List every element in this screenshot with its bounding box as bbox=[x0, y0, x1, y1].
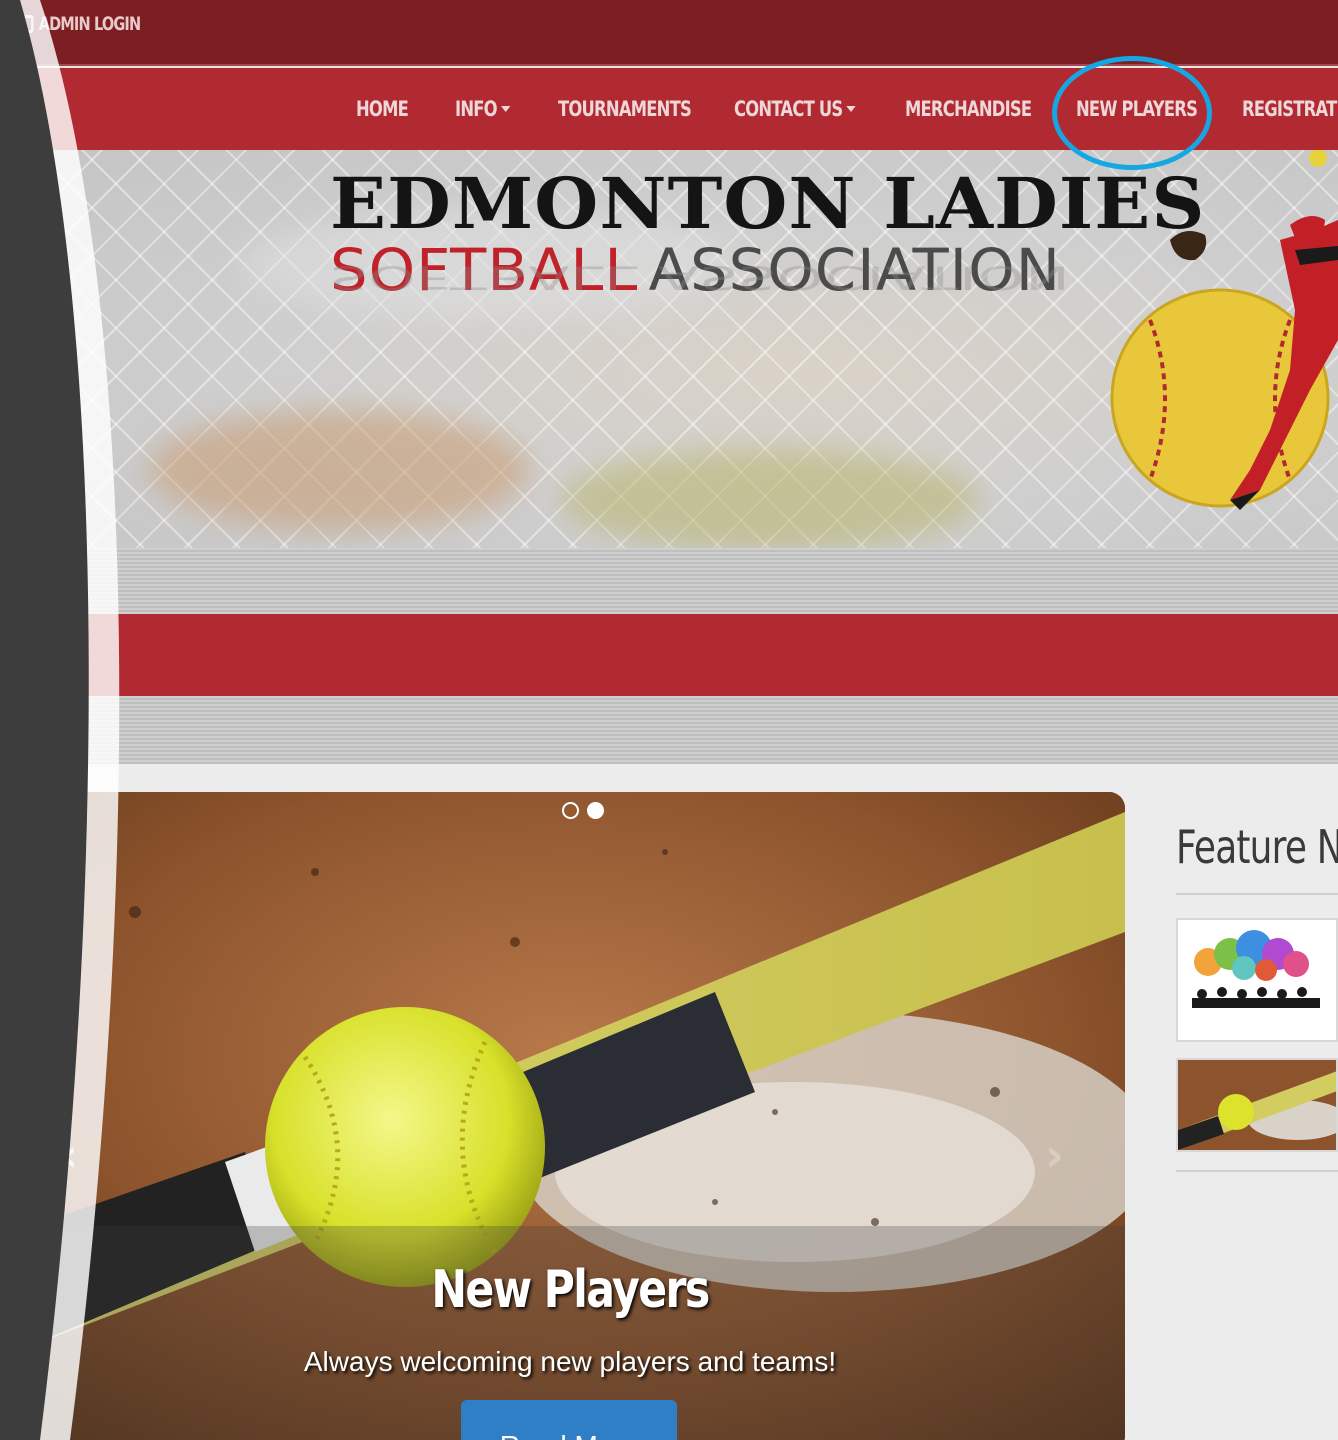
admin-login-link[interactable]: ADMIN LOGIN bbox=[14, 10, 141, 38]
pitcher-logo-icon bbox=[1110, 150, 1338, 510]
caret-down-icon bbox=[500, 106, 511, 112]
nav-item-info[interactable]: INFO bbox=[455, 94, 511, 124]
banner-blur-shape bbox=[150, 410, 530, 530]
reflection-softball: SOFTBALL bbox=[330, 258, 639, 296]
nav-item-label: MERCHANDISE bbox=[905, 97, 1032, 121]
nav-item-label: TOURNAMENTS bbox=[558, 97, 692, 121]
org-title-line-1: EDMONTON LADIES bbox=[330, 162, 1206, 245]
nav-highlight-circle bbox=[1052, 56, 1212, 170]
softball-bat-image bbox=[1178, 1060, 1336, 1150]
banner-blur-shape bbox=[560, 450, 980, 550]
reflection-association: ASSOCIATION bbox=[658, 258, 1071, 296]
nav-item-registration[interactable]: REGISTRATI bbox=[1242, 94, 1338, 124]
feature-news-heading: Feature N bbox=[1176, 820, 1338, 874]
carousel-caption-text: Always welcoming new players and teams! bbox=[303, 1346, 837, 1377]
divider bbox=[1176, 893, 1338, 895]
sign-in-icon bbox=[14, 15, 34, 33]
chevron-left-icon[interactable]: ‹ bbox=[59, 1128, 78, 1182]
nav-item-home[interactable]: HOME bbox=[356, 94, 409, 124]
carousel-dot-2[interactable] bbox=[587, 802, 604, 819]
nav-item-label: HOME bbox=[356, 97, 409, 121]
decorative-stripe bbox=[0, 696, 1338, 764]
nav-item-label: REGISTRATI bbox=[1242, 97, 1338, 121]
caret-down-icon bbox=[846, 106, 856, 112]
divider bbox=[1176, 1170, 1338, 1172]
carousel-caption-title: New Players bbox=[431, 1260, 710, 1320]
feature-news-thumbnail-2[interactable] bbox=[1176, 1058, 1338, 1152]
nav-item-label: INFO bbox=[455, 97, 498, 121]
nav-item-contact-us[interactable]: CONTACT US bbox=[734, 94, 856, 124]
carousel-dot-1[interactable] bbox=[562, 802, 579, 819]
org-title-reflection: SOFTBALL ASSOCIATION bbox=[330, 259, 1071, 296]
read-more-button[interactable]: Read More bbox=[461, 1400, 677, 1440]
admin-login-label: ADMIN LOGIN bbox=[38, 13, 141, 35]
decorative-stripe bbox=[0, 548, 1338, 614]
carousel-indicators bbox=[562, 802, 604, 819]
feature-news-thumbnail-1[interactable] bbox=[1176, 918, 1338, 1042]
nav-item-tournaments[interactable]: TOURNAMENTS bbox=[558, 94, 692, 124]
red-band bbox=[0, 614, 1338, 696]
nav-item-label: CONTACT US bbox=[734, 97, 843, 121]
nav-item-merchandise[interactable]: MERCHANDISE bbox=[905, 94, 1032, 124]
chevron-right-icon[interactable]: › bbox=[1045, 1128, 1064, 1182]
speech-bubbles-image bbox=[1178, 920, 1336, 1040]
news-carousel[interactable]: ‹ › New Players Always welcoming new pla… bbox=[15, 792, 1125, 1440]
